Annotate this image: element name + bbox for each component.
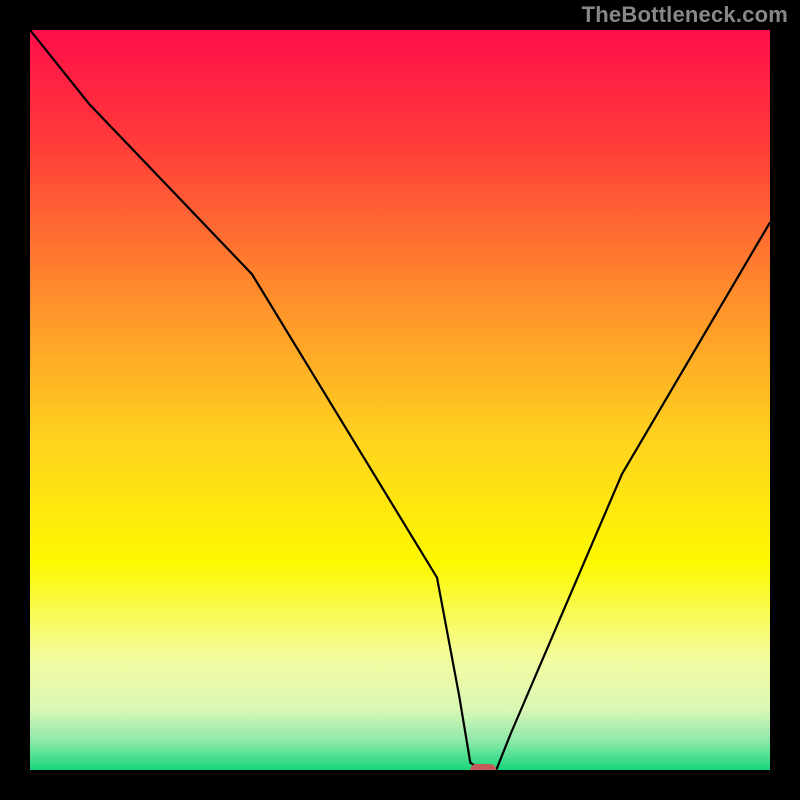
bottleneck-chart	[30, 30, 770, 770]
optimal-marker	[470, 764, 496, 770]
watermark: TheBottleneck.com	[582, 2, 788, 28]
chart-frame: TheBottleneck.com	[0, 0, 800, 800]
heatmap-background	[30, 30, 770, 770]
